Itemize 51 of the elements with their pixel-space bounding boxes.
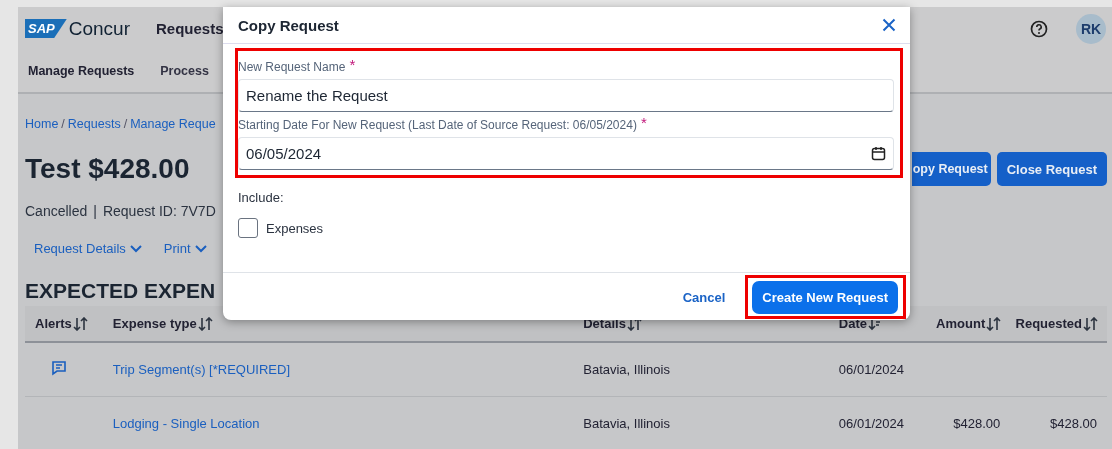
field-label: Starting Date For New Request (Last Date of Source Request: 06/05/2024) bbox=[238, 118, 637, 132]
subnav-tab[interactable]: Process bbox=[160, 64, 209, 78]
breadcrumb-link[interactable]: Manage Reque bbox=[130, 117, 216, 131]
table-cell: 06/01/2024 bbox=[838, 362, 904, 377]
input-field[interactable]: Rename the Request bbox=[238, 79, 894, 112]
table-cell: Batavia, Illinois bbox=[583, 362, 670, 377]
table-cell: 06/01/2024 bbox=[838, 416, 904, 431]
breadcrumb-separator: / bbox=[61, 117, 65, 131]
header-button[interactable]: opy Request bbox=[911, 152, 991, 186]
chevron-down-icon bbox=[129, 244, 142, 253]
header-button[interactable]: Close Request bbox=[996, 152, 1107, 186]
sort-icon[interactable] bbox=[197, 316, 214, 331]
request-status: Cancelled bbox=[25, 203, 88, 219]
subnav-tab[interactable]: Manage Requests bbox=[28, 64, 135, 78]
chevron-down-icon bbox=[194, 244, 207, 253]
breadcrumb-link[interactable]: Home bbox=[25, 117, 59, 131]
column-header[interactable]: Expense type bbox=[112, 316, 214, 331]
sort-icon[interactable] bbox=[1083, 316, 1099, 331]
required-mark: * bbox=[640, 118, 647, 132]
action-menu[interactable]: Print bbox=[163, 241, 207, 256]
expense-type-link[interactable]: Lodging - Single Location bbox=[112, 416, 260, 431]
request-title: Test $428.00 bbox=[25, 153, 190, 185]
dialog-title: Copy Request bbox=[238, 16, 340, 34]
expense-type-link[interactable]: Trip Segment(s) [*REQUIRED] bbox=[112, 362, 291, 377]
breadcrumb-separator: / bbox=[123, 117, 128, 131]
close-icon[interactable] bbox=[882, 18, 896, 32]
nav-tab[interactable]: Requests bbox=[156, 20, 224, 37]
include-label: Include: bbox=[238, 190, 284, 205]
checkbox[interactable] bbox=[238, 218, 258, 238]
cancel-link[interactable]: Cancel bbox=[682, 290, 726, 305]
checkbox-label: Expenses bbox=[266, 220, 324, 236]
logo-text: Concur bbox=[68, 17, 130, 40]
user-avatar[interactable]: RK bbox=[1076, 13, 1106, 44]
required-mark: * bbox=[349, 60, 356, 74]
calendar-icon[interactable] bbox=[871, 146, 886, 161]
create-button[interactable]: Create New Request bbox=[752, 280, 898, 314]
status-separator: | bbox=[93, 203, 97, 219]
breadcrumb-link[interactable]: Requests bbox=[67, 117, 121, 131]
help-icon[interactable] bbox=[1030, 19, 1048, 38]
section-title: EXPECTED EXPEN bbox=[25, 279, 216, 303]
sort-icon[interactable] bbox=[986, 316, 1003, 331]
action-menu[interactable]: Request Details bbox=[34, 241, 142, 256]
field-label: New Request Name bbox=[238, 60, 346, 74]
table-cell: $428.00 bbox=[953, 416, 1001, 431]
comment-icon[interactable] bbox=[51, 360, 67, 376]
request-id: Request ID: 7V7D bbox=[102, 203, 216, 219]
sort-icon[interactable] bbox=[72, 316, 89, 331]
date-field[interactable]: 06/05/2024 bbox=[238, 137, 894, 170]
table-cell: Batavia, Illinois bbox=[583, 416, 670, 431]
table-cell: $428.00 bbox=[1050, 416, 1097, 431]
logo-badge: SAP bbox=[25, 19, 67, 38]
